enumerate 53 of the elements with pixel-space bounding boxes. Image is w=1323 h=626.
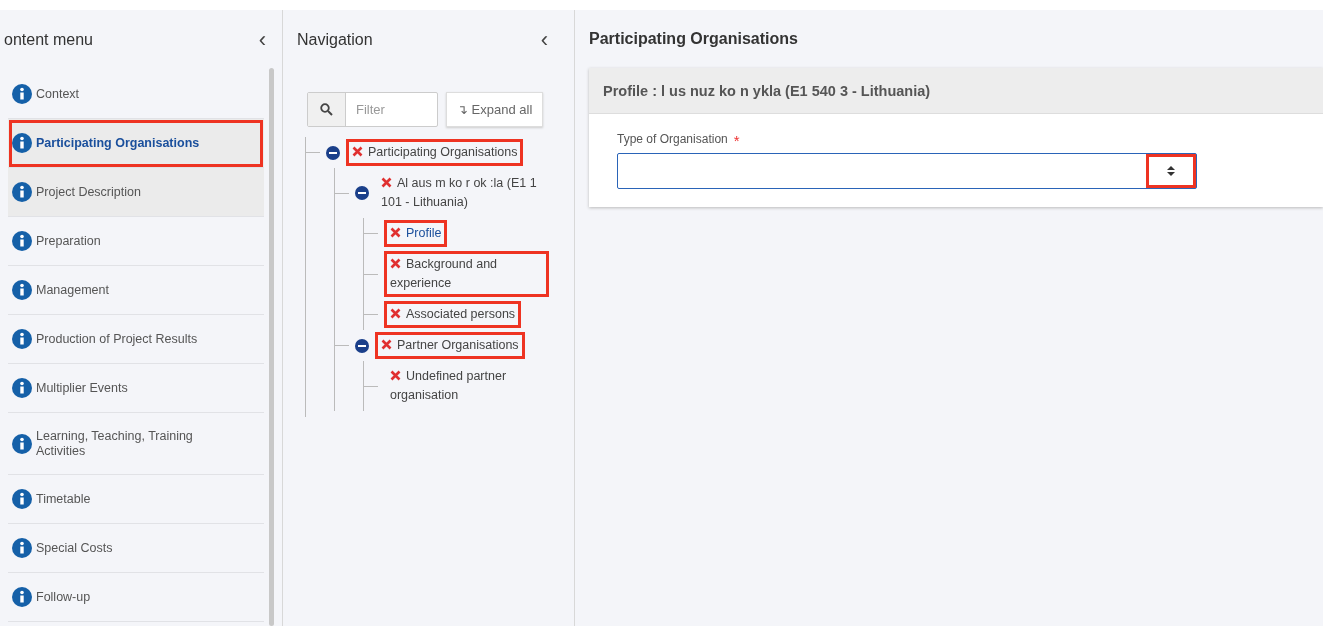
info-icon: [12, 378, 32, 398]
menu-item[interactable]: Timetable: [8, 475, 264, 524]
info-icon: [12, 133, 32, 153]
card-title: Profile : l us nuz ko n ykla (E1 540 3 - Lithuania): [603, 82, 931, 99]
tree-item[interactable]: Background and experience: [384, 251, 549, 297]
menu-item[interactable]: Learning, Teaching, Training Activities: [8, 413, 264, 475]
required-mark: *: [733, 132, 740, 149]
info-icon: [12, 538, 32, 558]
panel-title: ontent menu: [4, 31, 93, 49]
field-label: Type of Organisation: [617, 132, 728, 148]
error-icon: [390, 227, 401, 238]
error-icon: [381, 339, 392, 350]
collapse-icon[interactable]: [355, 186, 369, 200]
tree-item[interactable]: Profile: [384, 220, 448, 247]
search-icon: [320, 103, 333, 116]
info-icon: [12, 329, 32, 349]
error-icon: [381, 177, 392, 188]
tree-item[interactable]: Partner Organisations: [375, 332, 525, 359]
menu-item[interactable]: Production of Project Results: [8, 315, 264, 364]
collapse-button[interactable]: ‹: [540, 27, 548, 53]
tree-item[interactable]: Participating Organisations: [346, 139, 524, 166]
page-title: Participating Organisations: [589, 30, 798, 48]
tree-item[interactable]: Al aus m ko r ok :la (E1 1 101 - Lithuania): [375, 170, 562, 216]
tree-item[interactable]: Associated persons: [384, 301, 522, 328]
error-icon: [390, 308, 401, 319]
menu-item[interactable]: Management: [8, 266, 264, 315]
info-icon: [12, 433, 32, 454]
scrollbar[interactable]: [269, 68, 274, 626]
sort-arrows-icon: [1167, 166, 1175, 176]
error-icon: [352, 146, 363, 157]
info-icon: [12, 84, 32, 104]
collapse-button[interactable]: ‹: [258, 27, 266, 53]
menu-item[interactable]: Preparation: [8, 217, 264, 266]
filter-box[interactable]: Filter: [307, 92, 438, 127]
panel-title: Navigation: [297, 31, 373, 49]
menu-item[interactable]: Project Description: [8, 168, 264, 217]
menu-item[interactable]: Multiplier Events: [8, 364, 264, 413]
menu-item[interactable]: Special Costs: [8, 524, 264, 573]
type-select[interactable]: [617, 153, 1197, 189]
collapse-icon[interactable]: [355, 338, 369, 353]
expand-all-button[interactable]: ↴ Expand all: [446, 92, 544, 127]
collapse-icon[interactable]: [326, 145, 340, 160]
info-icon: [12, 280, 32, 300]
menu-item[interactable]: Follow-up: [8, 573, 264, 622]
info-icon: [12, 587, 32, 607]
info-icon: [12, 231, 32, 251]
menu-item[interactable]: Participating Organisations: [8, 119, 264, 168]
search-button[interactable]: [308, 93, 346, 126]
info-icon: [12, 489, 32, 509]
error-icon: [390, 258, 401, 269]
info-icon: [12, 182, 32, 202]
tree-item[interactable]: Undefined partner organisation: [384, 363, 549, 409]
error-icon: [390, 370, 401, 381]
